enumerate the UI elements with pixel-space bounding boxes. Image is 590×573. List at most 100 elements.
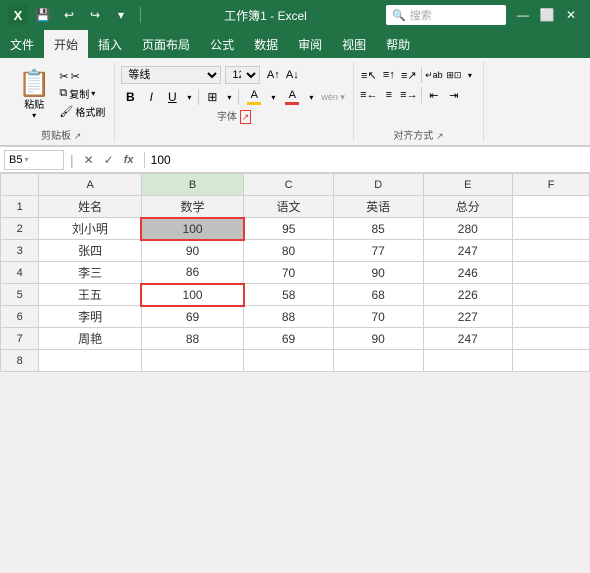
cut-button[interactable]: ✂ ✂ [56, 69, 108, 84]
cell-a3[interactable]: 张四 [39, 240, 141, 262]
cell-c4[interactable]: 70 [244, 262, 334, 284]
align-top-left-button[interactable]: ≡↖ [360, 66, 378, 84]
align-top-right-button[interactable]: ≡↗ [400, 66, 418, 84]
format-painter-button[interactable]: 🖌 格式刷 [56, 103, 108, 120]
paste-button[interactable]: 📋 粘贴 ▾ [14, 68, 54, 122]
bold-button[interactable]: B [121, 88, 139, 106]
close-button[interactable]: ✕ [560, 4, 582, 26]
cell-reference-box[interactable]: B5 ▾ [4, 150, 64, 170]
save-button[interactable]: 💾 [32, 4, 54, 26]
cell-a6[interactable]: 李明 [39, 306, 141, 328]
tab-view[interactable]: 视图 [332, 30, 376, 58]
cell-e3[interactable]: 247 [423, 240, 513, 262]
cell-b2[interactable]: 100 [141, 218, 243, 240]
increase-font-size-button[interactable]: A↑ [264, 66, 282, 84]
cell-f7[interactable] [513, 328, 590, 350]
row-num-5[interactable]: 5 [1, 284, 39, 306]
insert-function-button[interactable]: fx [120, 151, 138, 169]
cell-a7[interactable]: 周艳 [39, 328, 141, 350]
border-dropdown[interactable]: ▾ [224, 88, 234, 106]
row-num-4[interactable]: 4 [1, 262, 39, 284]
cell-c3[interactable]: 80 [244, 240, 334, 262]
col-header-a[interactable]: A [39, 174, 141, 196]
col-header-e[interactable]: E [423, 174, 513, 196]
cell-b3[interactable]: 90 [141, 240, 243, 262]
wrap-text-button[interactable]: ↵ab [425, 66, 443, 84]
cell-f5[interactable] [513, 284, 590, 306]
cell-b5[interactable]: 100 [141, 284, 243, 306]
font-family-select[interactable]: 等线 [121, 66, 221, 84]
cell-a8[interactable] [39, 350, 141, 372]
col-header-c[interactable]: C [244, 174, 334, 196]
row-num-6[interactable]: 6 [1, 306, 39, 328]
cell-c2[interactable]: 95 [244, 218, 334, 240]
col-header-b[interactable]: B [141, 174, 243, 196]
cell-a5[interactable]: 王五 [39, 284, 141, 306]
undo-button[interactable]: ↩ [58, 4, 80, 26]
font-extra[interactable]: wén ▾ [319, 92, 347, 103]
tab-home[interactable]: 开始 [44, 30, 88, 58]
cell-e1[interactable]: 总分 [423, 196, 513, 218]
underline-dropdown[interactable]: ▾ [184, 88, 194, 106]
cell-e7[interactable]: 247 [423, 328, 513, 350]
tab-data[interactable]: 数据 [244, 30, 288, 58]
redo-button[interactable]: ↪ [84, 4, 106, 26]
font-color-dropdown[interactable]: ▾ [306, 88, 316, 106]
cell-e4[interactable]: 246 [423, 262, 513, 284]
highlight-color-button[interactable]: A [243, 89, 265, 105]
cell-d3[interactable]: 77 [333, 240, 423, 262]
confirm-formula-button[interactable]: ✓ [100, 151, 118, 169]
tab-file[interactable]: 文件 [0, 30, 44, 58]
cell-c8[interactable] [244, 350, 334, 372]
alignment-dialog-launcher[interactable]: ↗ [436, 131, 444, 141]
cell-c5[interactable]: 58 [244, 284, 334, 306]
border-button[interactable]: ⊞ [203, 88, 221, 106]
font-size-select[interactable]: 12 [225, 66, 260, 84]
merge-button[interactable]: ⊞⊡ [445, 66, 463, 84]
formula-input[interactable] [151, 150, 586, 170]
cell-d8[interactable] [333, 350, 423, 372]
search-box[interactable]: 🔍 搜索 [386, 5, 506, 25]
cell-b6[interactable]: 69 [141, 306, 243, 328]
cell-d6[interactable]: 70 [333, 306, 423, 328]
font-color-button[interactable]: A [281, 89, 303, 105]
cell-c7[interactable]: 69 [244, 328, 334, 350]
cell-d7[interactable]: 90 [333, 328, 423, 350]
tab-page-layout[interactable]: 页面布局 [132, 30, 200, 58]
cell-d1[interactable]: 英语 [333, 196, 423, 218]
col-header-f[interactable]: F [513, 174, 590, 196]
col-header-d[interactable]: D [333, 174, 423, 196]
row-num-3[interactable]: 3 [1, 240, 39, 262]
copy-dropdown[interactable]: ▾ [91, 89, 95, 98]
align-left-button[interactable]: ≡← [360, 86, 378, 104]
cell-f8[interactable] [513, 350, 590, 372]
cell-f2[interactable] [513, 218, 590, 240]
cell-f6[interactable] [513, 306, 590, 328]
cell-a4[interactable]: 李三 [39, 262, 141, 284]
minimize-button[interactable]: — [512, 4, 534, 26]
align-center-button[interactable]: ≡ [380, 86, 398, 104]
cell-c6[interactable]: 88 [244, 306, 334, 328]
cell-d2[interactable]: 85 [333, 218, 423, 240]
align-right-button[interactable]: ≡→ [400, 86, 418, 104]
cell-b4[interactable]: 86 [141, 262, 243, 284]
cell-e8[interactable] [423, 350, 513, 372]
underline-button[interactable]: U [163, 88, 181, 106]
cell-e2[interactable]: 280 [423, 218, 513, 240]
cell-c1[interactable]: 语文 [244, 196, 334, 218]
tab-formula[interactable]: 公式 [200, 30, 244, 58]
decrease-font-size-button[interactable]: A↓ [283, 66, 301, 84]
indent-decrease-button[interactable]: ⇤ [425, 86, 443, 104]
cell-f1[interactable] [513, 196, 590, 218]
cell-b7[interactable]: 88 [141, 328, 243, 350]
cell-d5[interactable]: 68 [333, 284, 423, 306]
highlight-dropdown[interactable]: ▾ [268, 88, 278, 106]
cell-ref-dropdown[interactable]: ▾ [24, 155, 28, 164]
align-top-center-button[interactable]: ≡↑ [380, 66, 398, 84]
cell-e6[interactable]: 227 [423, 306, 513, 328]
cell-f3[interactable] [513, 240, 590, 262]
font-dialog-launcher[interactable]: ↗ [240, 110, 252, 124]
merge-dropdown[interactable]: ▾ [465, 66, 475, 84]
quick-access-more[interactable]: ▾ [110, 4, 132, 26]
clipboard-dialog-launcher[interactable]: ↗ [74, 131, 82, 141]
